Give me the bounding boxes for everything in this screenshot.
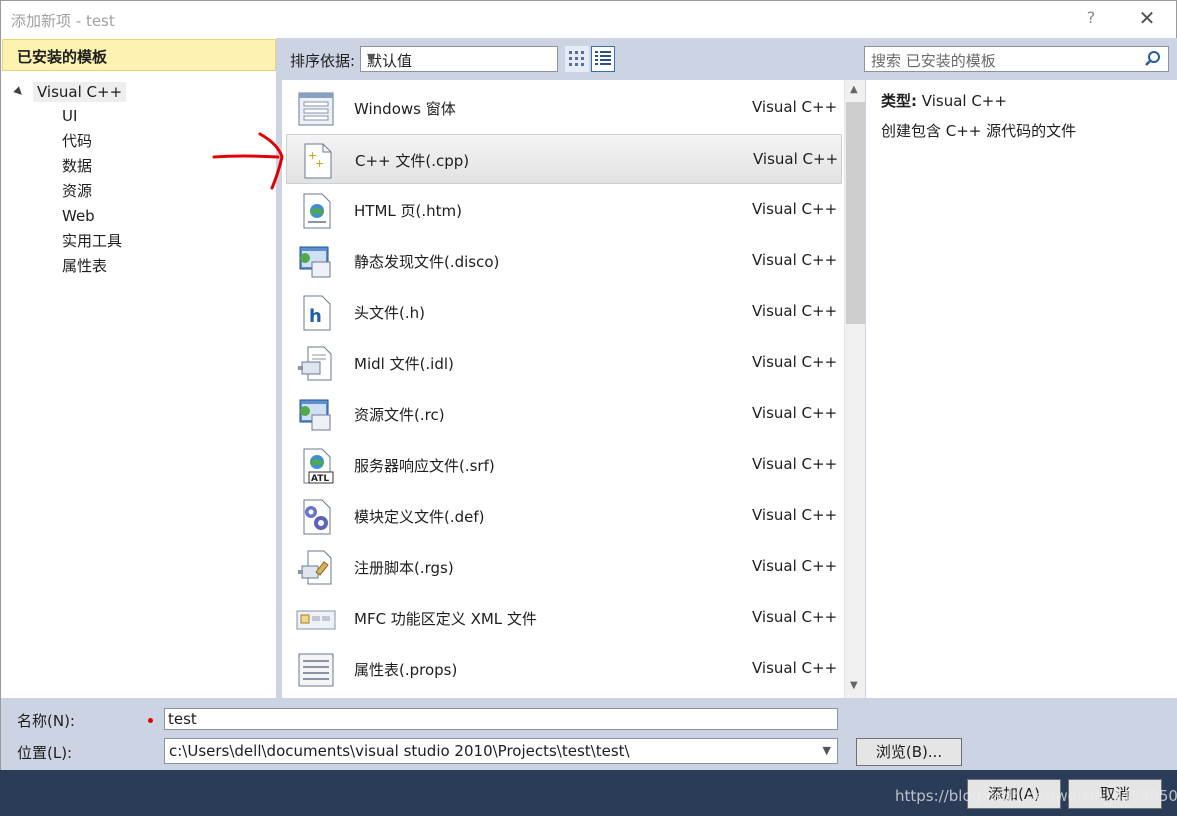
tree-item-code[interactable]: 代码 — [62, 129, 92, 153]
name-label: 名称(N): — [17, 712, 75, 730]
type-line: 类型: Visual C++ — [881, 90, 1007, 111]
list-item[interactable]: 模块定义文件(.def) Visual C++ — [286, 491, 842, 541]
chevron-down-icon: ▼ — [367, 51, 376, 64]
atl-srf-icon: ATL — [303, 448, 334, 484]
type-label: 类型: — [881, 92, 917, 110]
mfc-ribbon-icon — [296, 610, 336, 630]
chevron-down-icon[interactable]: ▼ — [823, 739, 831, 763]
list-item[interactable]: Midl 文件(.idl) Visual C++ — [286, 338, 842, 388]
details-panel: 类型: Visual C++ 创建包含 C++ 源代码的文件 — [865, 80, 1177, 698]
svg-text:ATL: ATL — [311, 474, 329, 484]
list-item[interactable]: 属性表(.props) Visual C++ — [286, 644, 842, 694]
list-view-icon — [595, 51, 611, 65]
type-value: Visual C++ — [921, 92, 1007, 110]
location-combobox[interactable]: c:\Users\dell\documents\visual studio 20… — [164, 738, 838, 764]
svg-text:+: + — [315, 157, 324, 170]
browse-button[interactable]: 浏览(B)... — [856, 738, 962, 766]
list-item-selected[interactable]: + + C++ 文件(.cpp) Visual C++ — [286, 134, 842, 184]
list-item[interactable]: 注册脚本(.rgs) Visual C++ — [286, 542, 842, 592]
small-icons-grid-icon — [569, 51, 584, 66]
property-sheet-icon — [298, 653, 334, 687]
sort-label: 排序依据: — [290, 52, 356, 70]
help-button[interactable]: ? — [1081, 8, 1101, 30]
module-def-icon — [303, 499, 331, 535]
tree-item-resource[interactable]: 资源 — [62, 179, 92, 203]
tree-item-ui[interactable]: UI — [62, 104, 77, 128]
html-page-icon — [303, 193, 331, 229]
window-title: 添加新项 - test — [11, 12, 115, 30]
watermark: https://blog.csdn.net/weixin_44390508 — [895, 787, 1177, 805]
search-input[interactable]: 搜索 已安装的模板 — [864, 46, 1169, 72]
list-item[interactable]: h 头文件(.h) Visual C++ — [286, 287, 842, 337]
svg-text:h: h — [309, 306, 322, 327]
resource-file-icon — [299, 399, 331, 431]
name-field[interactable]: test — [164, 708, 838, 730]
item-form: 名称(N): test 位置(L): c:\Users\dell\documen… — [0, 698, 1177, 770]
list-view-button[interactable] — [591, 46, 615, 72]
registry-script-icon — [298, 550, 332, 585]
expand-arrow-icon[interactable] — [13, 86, 25, 98]
cpp-file-icon: + + — [304, 143, 332, 179]
annotation-dot — [148, 718, 153, 723]
template-list: Windows 窗体 Visual C++ + + C++ 文件(.cpp) V… — [282, 80, 844, 698]
scrollbar-thumb[interactable] — [846, 102, 865, 324]
list-item[interactable]: MFC 功能区定义 XML 文件 Visual C++ — [286, 593, 842, 643]
header-file-icon: h — [303, 295, 331, 331]
dialog-footer: 添加(A) 取消 https://blog.csdn.net/weixin_44… — [0, 770, 1177, 816]
installed-templates-header[interactable]: 已安装的模板 — [2, 39, 276, 71]
annotation-arrow-icon — [212, 132, 284, 190]
tree-item-data[interactable]: 数据 — [62, 154, 92, 178]
list-item[interactable]: Windows 窗体 Visual C++ — [286, 83, 842, 133]
list-item[interactable]: ATL 服务器响应文件(.srf) Visual C++ — [286, 440, 842, 490]
idl-file-icon — [298, 346, 332, 381]
list-item[interactable]: 静态发现文件(.disco) Visual C++ — [286, 236, 842, 286]
small-icons-view-button[interactable] — [565, 46, 589, 72]
disco-file-icon — [299, 246, 331, 278]
tree-item-property-sheet[interactable]: 属性表 — [62, 254, 107, 278]
location-label: 位置(L): — [17, 744, 73, 762]
list-scrollbar[interactable]: ▲ ▼ — [844, 80, 865, 698]
sort-dropdown[interactable]: 默认值 ▼ — [360, 46, 558, 72]
search-icon[interactable] — [1144, 50, 1162, 68]
scroll-down-icon[interactable]: ▼ — [850, 680, 858, 691]
tree-item-web[interactable]: Web — [62, 204, 95, 228]
windows-form-icon — [298, 92, 334, 126]
tree-item-utility[interactable]: 实用工具 — [62, 229, 122, 253]
scroll-up-icon[interactable]: ▲ — [850, 84, 858, 95]
title-bar: 添加新项 - test ? ✕ — [0, 0, 1177, 38]
toolbar: 排序依据: 默认值 ▼ 搜索 已安装的模板 — [282, 38, 1177, 80]
list-item[interactable]: HTML 页(.htm) Visual C++ — [286, 185, 842, 235]
list-item[interactable]: 资源文件(.rc) Visual C++ — [286, 389, 842, 439]
close-button[interactable]: ✕ — [1133, 6, 1161, 32]
tree-item-visual-cpp[interactable]: Visual C++ — [13, 80, 127, 104]
template-description: 创建包含 C++ 源代码的文件 — [881, 122, 1077, 140]
